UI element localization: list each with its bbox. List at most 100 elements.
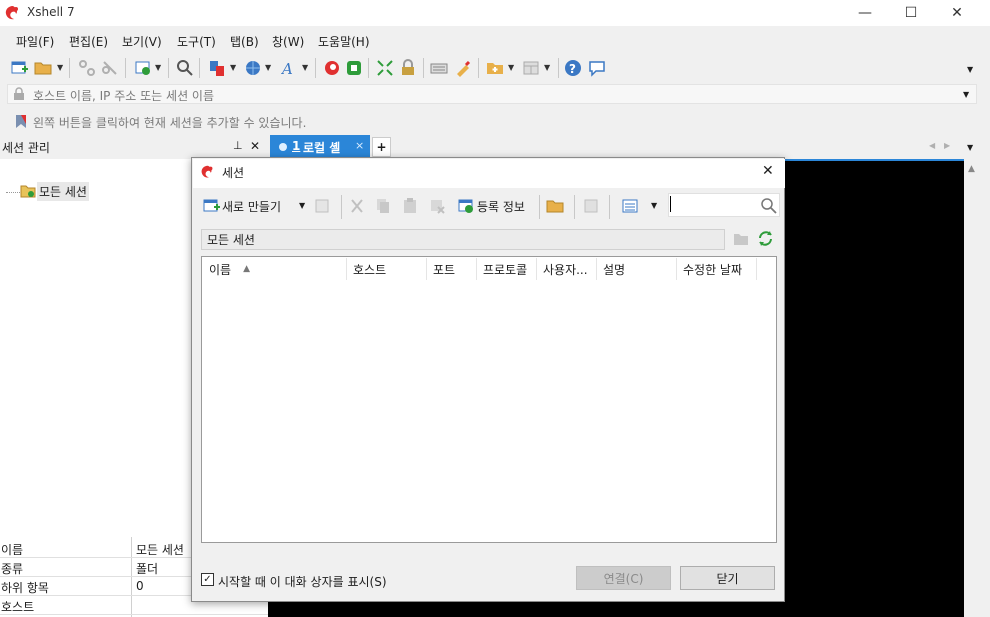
globe-dropdown-icon[interactable]: ▼ (265, 63, 271, 72)
open-dropdown-icon[interactable]: ▼ (57, 63, 63, 72)
delete-icon[interactable] (427, 196, 447, 216)
layout-icon[interactable] (521, 58, 541, 78)
view-mode-icon[interactable] (620, 196, 640, 216)
font-icon[interactable]: A (280, 58, 300, 78)
search-icon[interactable] (760, 197, 777, 217)
session-list[interactable] (201, 256, 777, 543)
connect-button[interactable]: 연결(C) (576, 566, 671, 590)
session-path-field[interactable] (201, 229, 725, 250)
menu-window[interactable]: 창(W) (272, 33, 304, 50)
column-header-host[interactable]: 호스트 (347, 258, 427, 280)
transfer-icon[interactable] (207, 58, 227, 78)
window-title: Xshell 7 (27, 5, 75, 19)
xftp-icon[interactable] (344, 58, 364, 78)
new-session-icon[interactable] (201, 196, 221, 216)
column-header-modified-date[interactable]: 수정한 날짜 (677, 258, 757, 280)
hint-text: 왼쪽 버튼을 클릭하여 현재 세션을 추가할 수 있습니다. (33, 116, 307, 130)
tab-scroll-right-icon[interactable]: ▶ (944, 141, 950, 150)
tab-menu-icon[interactable]: ▼ (967, 143, 973, 152)
terminal-scrollbar[interactable] (964, 159, 990, 617)
copy-icon[interactable] (373, 196, 393, 216)
address-placeholder[interactable]: 호스트 이름, IP 주소 또는 세션 이름 (33, 87, 214, 104)
session-panel-title: 세션 관리 (2, 141, 50, 155)
open-folder-icon[interactable] (33, 58, 53, 78)
menu-tools[interactable]: 도구(T) (177, 33, 216, 50)
properties-dropdown-icon[interactable]: ▼ (155, 63, 161, 72)
highlight-pen-icon[interactable] (453, 58, 473, 78)
lock-icon[interactable] (398, 58, 418, 78)
toolbar-separator (539, 195, 540, 219)
toolbar-separator (423, 58, 424, 78)
column-header-name[interactable]: 이름 ▲ (203, 258, 347, 280)
new-session-button[interactable]: 새로 만들기 (222, 198, 281, 215)
find-icon[interactable] (175, 58, 195, 78)
toolbar-overflow-icon[interactable]: ▼ (967, 65, 973, 74)
pin-icon[interactable]: ⊥ (233, 139, 243, 152)
search-session-icon[interactable] (312, 196, 332, 216)
keyboard-icon[interactable] (429, 58, 449, 78)
column-header-user[interactable]: 사용자... (537, 258, 597, 280)
layout-dropdown-icon[interactable]: ▼ (544, 63, 550, 72)
menu-edit[interactable]: 편집(E) (69, 33, 108, 50)
toolbar-separator (69, 58, 70, 78)
session-properties-icon[interactable] (133, 58, 153, 78)
open-folder-icon[interactable] (545, 196, 565, 216)
xshell-logo-icon (4, 4, 22, 22)
dialog-title-bar[interactable] (193, 159, 785, 188)
tree-connector (6, 192, 20, 193)
new-tab-button[interactable]: + (372, 137, 391, 157)
column-header-protocol[interactable]: 프로토콜 (477, 258, 537, 280)
globe-icon[interactable] (243, 58, 263, 78)
new-dropdown-icon[interactable]: ▼ (299, 201, 305, 210)
show-on-startup-checkbox[interactable]: ✓ (201, 573, 214, 586)
address-dropdown-icon[interactable]: ▼ (963, 90, 969, 99)
minimize-button[interactable]: — (842, 0, 888, 26)
view-mode-dropdown-icon[interactable]: ▼ (651, 201, 657, 210)
property-key: 하위 항목 (1, 581, 49, 595)
cut-icon[interactable] (347, 196, 367, 216)
tab-number: 1 (292, 139, 301, 153)
toolbar-separator (199, 58, 200, 78)
session-panel-close-icon[interactable]: ✕ (250, 139, 260, 153)
export-icon[interactable] (581, 196, 601, 216)
tab-close-icon[interactable]: × (355, 139, 364, 152)
chat-icon[interactable] (587, 58, 607, 78)
property-value: 폴더 (136, 562, 159, 576)
menu-view[interactable]: 보기(V) (122, 33, 162, 50)
bookmark-flag-icon[interactable] (14, 114, 28, 132)
menu-file[interactable]: 파일(F) (16, 33, 54, 50)
close-window-button[interactable]: ✕ (934, 0, 980, 26)
paste-icon[interactable] (400, 196, 420, 216)
new-session-icon[interactable] (9, 58, 29, 78)
column-header-label: 이름 (209, 262, 232, 277)
tab-scroll-left-icon[interactable]: ◀ (929, 141, 935, 150)
menu-tab[interactable]: 탭(B) (230, 33, 259, 50)
dialog-close-button[interactable]: 닫기 (680, 566, 775, 590)
menu-help[interactable]: 도움말(H) (318, 33, 370, 50)
add-folder-dropdown-icon[interactable]: ▼ (508, 63, 514, 72)
show-on-startup-label[interactable]: 시작할 때 이 대화 상자를 표시(S) (218, 573, 387, 590)
column-header-description[interactable]: 설명 (597, 258, 677, 280)
up-folder-icon[interactable] (733, 232, 749, 249)
scroll-up-icon[interactable]: ▲ (968, 164, 975, 174)
transfer-dropdown-icon[interactable]: ▼ (230, 63, 236, 72)
add-folder-icon[interactable] (485, 58, 505, 78)
help-icon[interactable]: ? (563, 58, 583, 78)
xshell-icon[interactable] (322, 58, 342, 78)
font-dropdown-icon[interactable]: ▼ (302, 63, 308, 72)
connect-icon[interactable] (77, 58, 97, 78)
properties-icon[interactable] (456, 196, 476, 216)
toolbar-separator (341, 195, 342, 219)
toolbar-separator (478, 58, 479, 78)
column-header-port[interactable]: 포트 (427, 258, 477, 280)
tree-item-all-sessions[interactable]: 모든 세션 (37, 182, 89, 201)
disconnect-icon[interactable] (100, 58, 120, 78)
maximize-button[interactable]: ☐ (888, 0, 934, 26)
refresh-icon[interactable] (757, 230, 774, 250)
toolbar-separator (609, 195, 610, 219)
property-value: 모든 세션 (136, 543, 184, 557)
properties-button[interactable]: 등록 정보 (477, 198, 525, 215)
svg-text:A: A (281, 60, 293, 77)
fullscreen-icon[interactable] (375, 58, 395, 78)
dialog-close-icon[interactable]: ✕ (762, 163, 774, 179)
